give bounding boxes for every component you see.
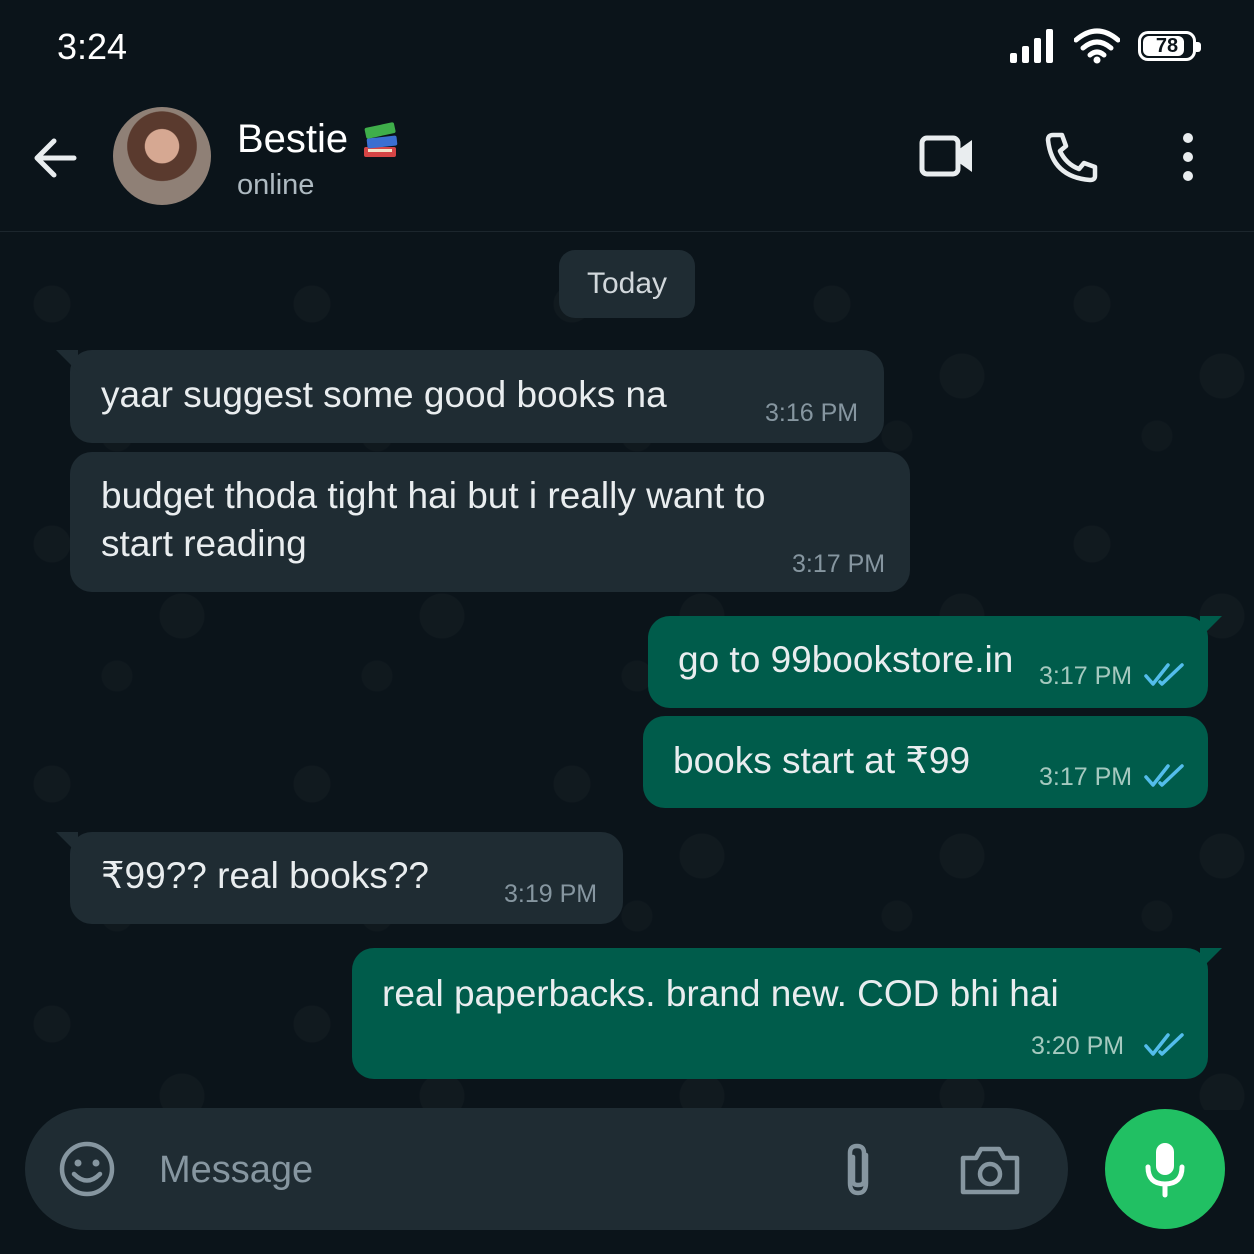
message-text: go to 99bookstore.in — [678, 639, 1014, 680]
wifi-icon — [1074, 28, 1120, 64]
message-input[interactable] — [157, 1143, 801, 1197]
battery-level: 78 — [1155, 34, 1179, 57]
message-time: 3:16 PM — [765, 399, 859, 427]
message-bubble-incoming[interactable]: yaar suggest some good books na 3:16 PM — [56, 350, 884, 443]
message-bubble-outgoing[interactable]: books start at ₹99 3:17 PM — [643, 716, 1208, 808]
message-bubble-incoming[interactable]: ₹99?? real books?? 3:19 PM — [56, 832, 623, 924]
message-bubble-outgoing[interactable]: go to 99bookstore.in 3:17 PM — [648, 616, 1222, 708]
message-bubble-outgoing[interactable]: real paperbacks. brand new. COD bhi hai … — [352, 948, 1222, 1079]
more-vert-icon — [1183, 133, 1193, 181]
signal-icon — [1010, 29, 1053, 63]
contact-name-text: Bestie — [237, 117, 349, 161]
video-call-button[interactable] — [918, 131, 976, 186]
message-text: real paperbacks. brand new. COD bhi hai — [382, 973, 1059, 1014]
status-bar: 3:24 78 — [0, 0, 1254, 95]
message-time: 3:17 PM — [792, 550, 886, 578]
read-ticks-icon — [1144, 663, 1184, 686]
more-options-button[interactable] — [1174, 131, 1202, 188]
message-time: 3:19 PM — [504, 880, 598, 908]
video-call-icon — [919, 135, 972, 177]
status-icons: 78 — [1010, 28, 1201, 64]
date-divider: Today — [559, 250, 695, 318]
chat-header: Bestie online — [0, 95, 1254, 232]
avatar[interactable] — [113, 107, 211, 205]
message-time: 3:17 PM — [1039, 662, 1133, 690]
camera-button[interactable] — [958, 1142, 1022, 1203]
status-time: 3:24 — [57, 26, 128, 67]
message-composer — [25, 1108, 1068, 1230]
back-arrow-icon — [34, 138, 77, 178]
emoji-button[interactable] — [58, 1140, 116, 1203]
mic-icon — [1145, 1143, 1185, 1198]
message-text: books start at ₹99 — [673, 740, 971, 781]
read-ticks-icon — [1144, 764, 1184, 787]
read-ticks-icon — [1144, 1033, 1184, 1056]
battery-icon: 78 — [1138, 31, 1201, 61]
message-time: 3:17 PM — [1039, 763, 1133, 791]
attach-button[interactable] — [838, 1141, 878, 1204]
message-bubble-incoming[interactable]: budget thoda tight hai but i really want… — [70, 452, 910, 592]
camera-icon — [960, 1146, 1020, 1195]
chat-area[interactable]: Today yaar suggest some good books na 3:… — [0, 232, 1254, 1110]
contact-name[interactable]: Bestie — [237, 117, 400, 162]
message-text: budget thoda tight hai but i really want… — [101, 475, 766, 564]
back-button[interactable] — [30, 135, 80, 186]
message-text: yaar suggest some good books na — [101, 374, 667, 415]
phone-icon — [1045, 132, 1098, 183]
contact-status: online — [237, 169, 315, 201]
emoji-icon — [59, 1141, 115, 1197]
message-time: 3:20 PM — [1031, 1032, 1125, 1060]
attach-icon — [847, 1143, 869, 1196]
voice-call-button[interactable] — [1043, 131, 1099, 188]
message-text: ₹99?? real books?? — [101, 855, 429, 896]
mic-button[interactable] — [1105, 1109, 1225, 1229]
books-emoji-icon — [364, 121, 398, 157]
